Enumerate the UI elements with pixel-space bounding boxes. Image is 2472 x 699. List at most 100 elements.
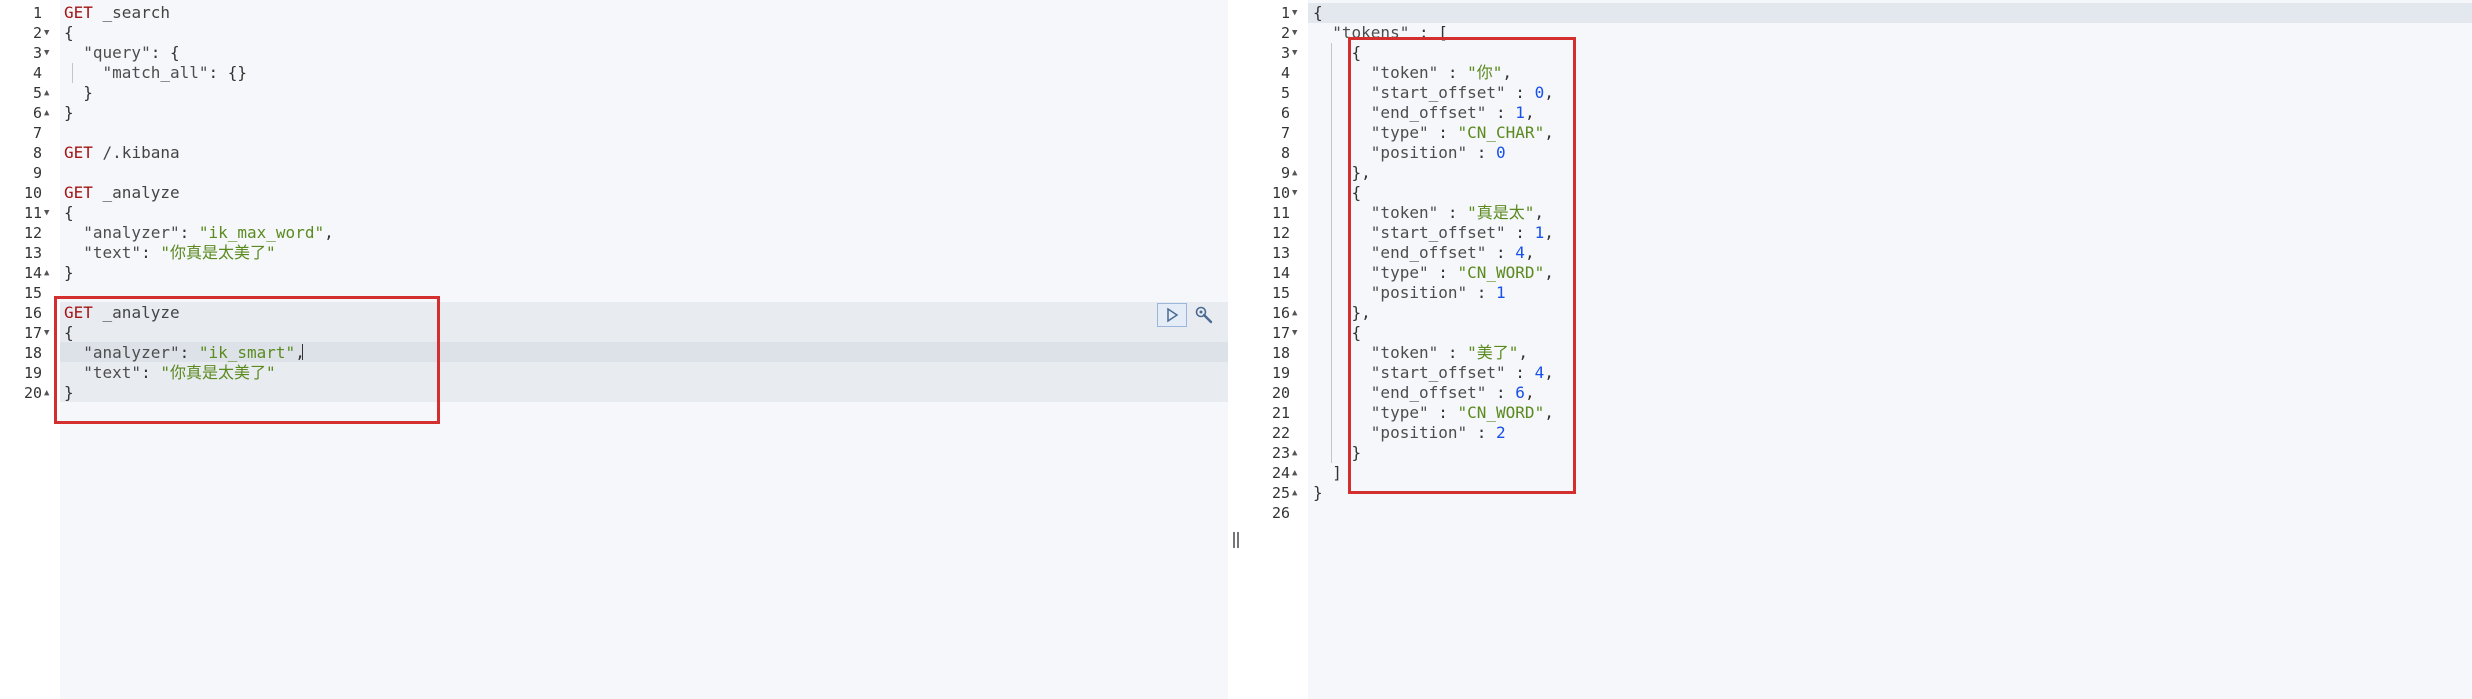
code-line[interactable]: 26 [1246, 503, 2472, 523]
line-number: 5 [1280, 84, 1290, 102]
line-number: 3 [32, 44, 42, 62]
line-number: 24 [1271, 464, 1290, 482]
code-line[interactable]: 6 ▲} [0, 103, 1228, 123]
fold-open-icon[interactable]: ▼ [1292, 43, 1297, 63]
code-text[interactable]: GET /.kibana [64, 143, 180, 163]
code-text[interactable]: { [64, 203, 74, 223]
code-text[interactable]: "analyzer": "ik_max_word", [64, 223, 334, 243]
fold-close-icon[interactable]: ▲ [44, 263, 49, 283]
token-method: GET [64, 143, 93, 162]
line-number: 8 [32, 144, 42, 162]
line-number: 20 [1271, 384, 1290, 402]
code-text[interactable]: "match_all": {} [64, 63, 248, 83]
token-punc: { [64, 23, 74, 42]
token-url: _analyze [92, 183, 180, 202]
token-url: /.kibana [92, 143, 180, 162]
code-line[interactable]: 1 GET _search [0, 3, 1228, 23]
code-text[interactable]: } [64, 263, 74, 283]
line-number: 12 [23, 224, 42, 242]
code-line[interactable]: 13 "text": "你真是太美了" [0, 243, 1228, 263]
fold-open-icon[interactable]: ▼ [1292, 23, 1297, 43]
fold-close-icon[interactable]: ▲ [44, 83, 49, 103]
code-line[interactable]: 8 GET /.kibana [0, 143, 1228, 163]
fold-open-icon[interactable]: ▼ [44, 43, 49, 63]
code-line[interactable]: 3 ▼ "query": { [0, 43, 1228, 63]
indent-guide [1331, 43, 1332, 463]
fold-open-icon[interactable]: ▼ [1292, 3, 1297, 23]
fold-open-icon[interactable]: ▼ [44, 23, 49, 43]
code-line[interactable]: 12 "analyzer": "ik_max_word", [0, 223, 1228, 243]
fold-open-icon[interactable]: ▼ [1292, 323, 1297, 343]
code-line[interactable]: 11 ▼ { [0, 203, 1228, 223]
token-punc: { [64, 203, 74, 222]
line-number: 25 [1271, 484, 1290, 502]
code-line[interactable]: 14 ▲} [0, 263, 1228, 283]
code-text[interactable]: } [64, 103, 74, 123]
code-text[interactable]: { [1313, 3, 1323, 23]
code-text[interactable]: GET _search [64, 3, 170, 23]
code-text[interactable]: "query": { [64, 43, 180, 63]
line-number: 1 [1280, 4, 1290, 22]
drag-handle-icon[interactable] [1233, 532, 1241, 548]
run-request-button[interactable] [1157, 303, 1187, 327]
request-settings-button[interactable] [1191, 303, 1217, 327]
fold-close-icon[interactable]: ▲ [1292, 463, 1297, 483]
fold-close-icon[interactable]: ▲ [1292, 303, 1297, 323]
fold-open-icon[interactable]: ▼ [44, 323, 49, 343]
token-punc: , [324, 223, 334, 242]
token-method: GET [64, 3, 93, 22]
token-punc: } [1313, 483, 1323, 502]
token-punc: } [64, 103, 74, 122]
code-text[interactable]: ] [1313, 463, 1342, 483]
fold-close-icon[interactable]: ▲ [44, 383, 49, 403]
token-punc: ] [1313, 463, 1342, 482]
code-line[interactable]: 10 GET _analyze [0, 183, 1228, 203]
line-number: 26 [1271, 504, 1290, 522]
pane-resizer[interactable] [1228, 0, 1246, 699]
line-number: 23 [1271, 444, 1290, 462]
line-number: 9 [1280, 164, 1290, 182]
token-method: GET [64, 183, 93, 202]
fold-close-icon[interactable]: ▲ [1292, 483, 1297, 503]
line-number: 4 [1280, 64, 1290, 82]
code-line[interactable]: 1 ▼ { [1246, 3, 2472, 23]
token-key: "text" [64, 243, 142, 262]
token-punc: } [64, 263, 74, 282]
code-text[interactable]: "text": "你真是太美了" [64, 243, 276, 263]
code-line[interactable]: 5 ▲ } [0, 83, 1228, 103]
line-number: 6 [32, 104, 42, 122]
line-number: 14 [23, 264, 42, 282]
code-text[interactable]: GET _analyze [64, 183, 180, 203]
code-text[interactable]: } [1313, 483, 1323, 503]
token-punc: : {} [208, 63, 248, 82]
token-key: "match_all" [64, 63, 209, 82]
fold-open-icon[interactable]: ▼ [1292, 183, 1297, 203]
fold-close-icon[interactable]: ▲ [1292, 443, 1297, 463]
fold-open-icon[interactable]: ▼ [44, 203, 49, 223]
token-punc: : { [150, 43, 180, 62]
line-number: 22 [1271, 424, 1290, 442]
indent-guide [72, 63, 73, 83]
token-url: _search [92, 3, 170, 22]
line-number: 2 [32, 24, 42, 42]
line-number: 3 [1280, 44, 1290, 62]
code-line[interactable]: 2 ▼ { [0, 23, 1228, 43]
line-number: 13 [23, 244, 42, 262]
code-text[interactable]: } [64, 83, 93, 103]
code-line[interactable]: 7 [0, 123, 1228, 143]
code-line[interactable]: 9 [0, 163, 1228, 183]
fold-close-icon[interactable]: ▲ [44, 103, 49, 123]
line-number: 9 [32, 164, 42, 182]
wrench-icon [1195, 306, 1213, 324]
line-number: 10 [23, 184, 42, 202]
line-number: 19 [1271, 364, 1290, 382]
fold-close-icon[interactable]: ▲ [1292, 163, 1297, 183]
response-highlight-box [1348, 37, 1576, 494]
line-number: 10 [1271, 184, 1290, 202]
token-str: "你真是太美了" [160, 243, 276, 262]
code-text[interactable]: { [64, 23, 74, 43]
code-line[interactable]: 4 "match_all": {} [0, 63, 1228, 83]
line-number: 6 [1280, 104, 1290, 122]
token-str: "ik_max_word" [198, 223, 325, 242]
line-number: 16 [1271, 304, 1290, 322]
